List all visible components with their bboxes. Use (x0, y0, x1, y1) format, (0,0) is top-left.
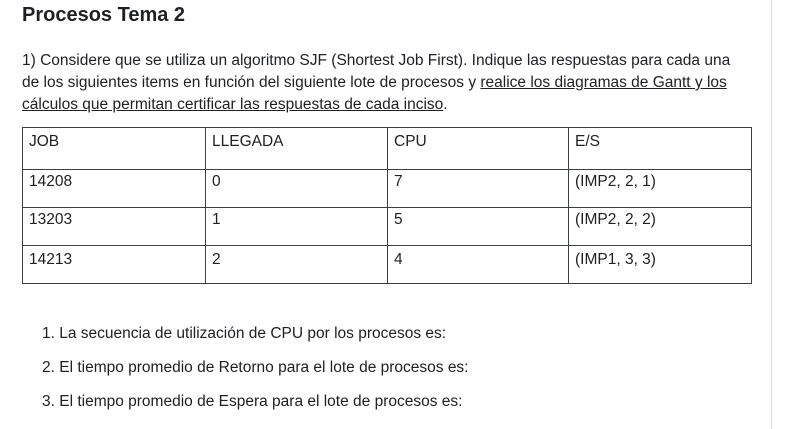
cell-job: 14208 (22, 169, 206, 208)
table-row: 14213 2 4 (IMP1, 3, 3) (22, 245, 752, 284)
header-job: JOB (22, 127, 206, 170)
page-title: Procesos Tema 2 (22, 4, 186, 26)
cell-cpu: 7 (387, 169, 569, 208)
cell-job: 13203 (22, 207, 206, 246)
header-llegada: LLEGADA (205, 127, 388, 170)
table-row: 13203 1 5 (IMP2, 2, 2) (22, 207, 752, 246)
question-items-list: 1. La secuencia de utilización de CPU po… (42, 323, 469, 425)
question-statement: 1) Considere que se utiliza un algoritmo… (22, 50, 742, 116)
cell-llegada: 2 (205, 245, 388, 284)
cell-es: (IMP2, 2, 2) (568, 207, 752, 246)
cell-llegada: 1 (205, 207, 388, 246)
cell-llegada: 0 (205, 169, 388, 208)
cell-cpu: 4 (387, 245, 569, 284)
header-cpu: CPU (387, 127, 569, 170)
process-table: JOB LLEGADA CPU E/S 14208 0 7 (IMP2, 2, … (22, 127, 752, 284)
table-row: 14208 0 7 (IMP2, 2, 1) (22, 169, 752, 208)
list-item: 3. El tiempo promedio de Espera para el … (42, 393, 463, 410)
list-item: 1. La secuencia de utilización de CPU po… (42, 325, 447, 342)
table-header-row: JOB LLEGADA CPU E/S (22, 127, 752, 170)
cell-cpu: 5 (387, 207, 569, 246)
list-item: 2. El tiempo promedio de Retorno para el… (42, 359, 469, 376)
header-es: E/S (568, 127, 752, 170)
cell-job: 14213 (22, 245, 206, 284)
cell-es: (IMP1, 3, 3) (568, 245, 752, 284)
question-end-punctuation: . (443, 96, 448, 113)
cell-es: (IMP2, 2, 1) (568, 169, 752, 208)
page-edge-divider (771, 0, 772, 429)
